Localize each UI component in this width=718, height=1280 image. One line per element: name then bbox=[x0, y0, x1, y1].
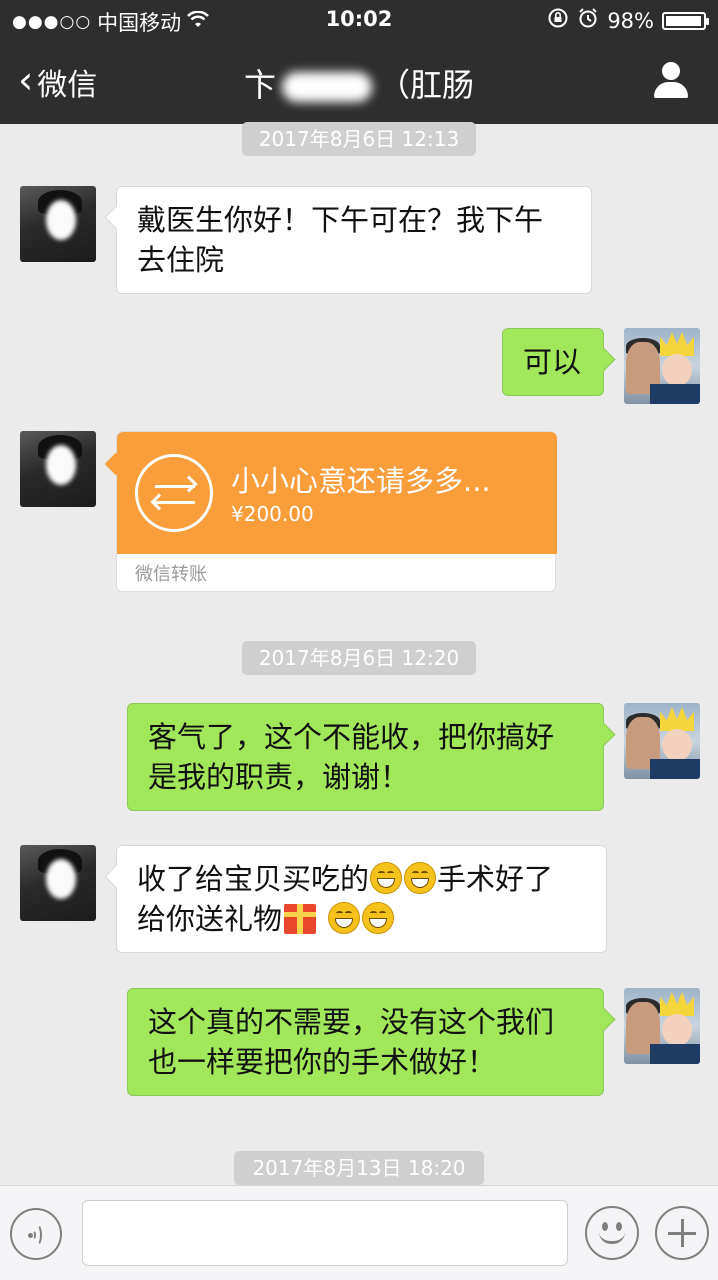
message-text: 给你送礼物 bbox=[137, 902, 283, 936]
message-input[interactable] bbox=[82, 1200, 568, 1266]
message-text: 手术好了 bbox=[437, 862, 554, 896]
message-text: 戴医生你好！下午可在？我下午 bbox=[137, 203, 544, 237]
alarm-icon bbox=[577, 7, 599, 34]
timestamp: 2017年8月13日 18:20 bbox=[234, 1151, 484, 1185]
avatar-self[interactable] bbox=[624, 328, 700, 404]
redacted-name bbox=[282, 72, 372, 102]
back-label: 微信 bbox=[37, 68, 98, 103]
avatar-contact[interactable] bbox=[20, 431, 96, 507]
back-button[interactable]: ‹ 微信 bbox=[18, 60, 97, 104]
message-bubble-sent[interactable]: 可以 bbox=[502, 328, 604, 396]
avatar-self[interactable] bbox=[624, 703, 700, 779]
chat-title: 卞 （肛肠 bbox=[0, 60, 718, 106]
chat-title-prefix: 卞 bbox=[243, 66, 276, 104]
transfer-card[interactable]: 小小心意还请多多... ¥200.00 微信转账 bbox=[116, 431, 557, 592]
gift-icon bbox=[284, 904, 317, 934]
avatar-contact[interactable] bbox=[20, 845, 96, 921]
avatar-contact[interactable] bbox=[20, 186, 96, 262]
message-bubble-sent[interactable]: 客气了，这个不能收，把你搞好 是我的职责，谢谢！ bbox=[127, 703, 604, 811]
carrier-name: 中国移动 bbox=[97, 11, 182, 35]
timestamp: 2017年8月6日 12:13 bbox=[242, 122, 476, 156]
transfer-label: 微信转账 bbox=[135, 564, 207, 585]
message-bubble-sent[interactable]: 这个真的不需要，没有这个我们 也一样要把你的手术做好！ bbox=[127, 988, 604, 1096]
transfer-arrows-icon bbox=[135, 454, 213, 532]
message-bubble-received[interactable]: 戴医生你好！下午可在？我下午 去住院 bbox=[116, 186, 592, 294]
grin-icon bbox=[328, 902, 361, 934]
signal-strength-icon: ●●●○○ bbox=[12, 12, 92, 32]
status-bar: ●●●○○ 中国移动 10:02 98% bbox=[0, 0, 718, 40]
battery-icon bbox=[662, 11, 709, 30]
wifi-icon bbox=[187, 10, 210, 34]
transfer-amount: ¥200.00 bbox=[231, 502, 314, 526]
avatar-self[interactable] bbox=[624, 988, 700, 1064]
grin-icon bbox=[404, 862, 437, 894]
chevron-left-icon: ‹ bbox=[18, 58, 34, 102]
message-text: 收了给宝贝买吃的 bbox=[137, 862, 370, 896]
transfer-note: 小小心意还请多多... bbox=[231, 464, 491, 498]
message-text: 也一样要把你的手术做好！ bbox=[148, 1045, 497, 1079]
message-text: 去住院 bbox=[137, 243, 225, 277]
grin-icon bbox=[370, 862, 403, 894]
battery-percent: 98% bbox=[607, 8, 654, 33]
message-text: 可以 bbox=[523, 345, 582, 379]
emoji-picker-icon[interactable] bbox=[585, 1206, 639, 1260]
chat-title-suffix: （肛肠 bbox=[378, 66, 475, 104]
more-options-plus-icon[interactable] bbox=[655, 1206, 709, 1260]
nav-bar: ‹ 微信 卞 （肛肠 bbox=[0, 40, 718, 124]
message-text: 是我的职责，谢谢！ bbox=[148, 760, 410, 794]
message-text: 客气了，这个不能收，把你搞好 bbox=[148, 720, 555, 754]
input-bar bbox=[0, 1185, 718, 1280]
message-text: 这个真的不需要，没有这个我们 bbox=[148, 1005, 555, 1039]
contact-profile-icon[interactable] bbox=[652, 62, 690, 100]
message-bubble-received[interactable]: 收了给宝贝买吃的 手术好了 给你送礼物 bbox=[116, 845, 607, 953]
voice-input-icon[interactable] bbox=[10, 1208, 62, 1260]
grin-icon bbox=[362, 902, 395, 934]
timestamp: 2017年8月6日 12:20 bbox=[242, 641, 476, 675]
rotation-lock-icon bbox=[547, 7, 569, 34]
